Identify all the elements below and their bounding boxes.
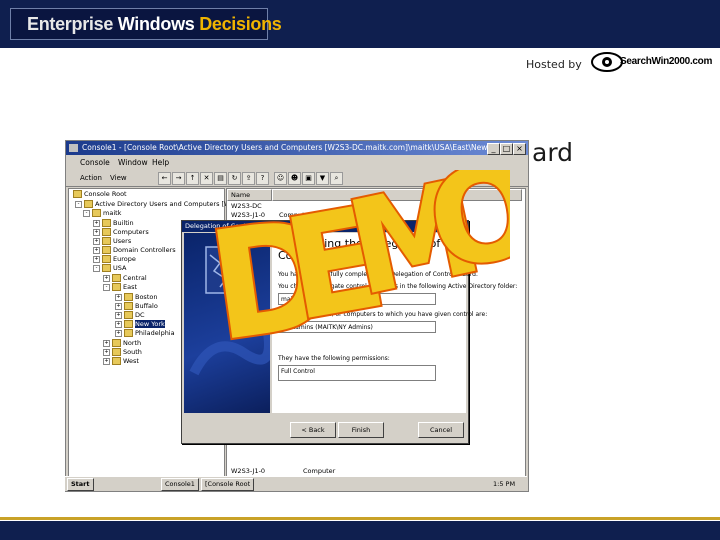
demo-overlay: D E M O bbox=[210, 170, 510, 370]
brand-word-enterprise: Enterprise bbox=[27, 14, 114, 34]
menu-console[interactable]: Console bbox=[80, 156, 110, 169]
brand-banner: Enterprise Windows Decisions bbox=[10, 8, 282, 40]
brand-word-decisions: Decisions bbox=[199, 14, 282, 34]
close-icon[interactable]: × bbox=[513, 143, 526, 155]
back-button[interactable]: < Back bbox=[290, 422, 336, 438]
tree-item-boston[interactable]: + Boston bbox=[115, 293, 157, 302]
menu-view[interactable]: View bbox=[110, 171, 127, 185]
tree-item-builtin[interactable]: + Builtin bbox=[93, 219, 134, 228]
menu-action[interactable]: Action bbox=[80, 171, 102, 185]
hosted-by-label: Hosted by bbox=[526, 58, 582, 71]
maximize-icon[interactable]: □ bbox=[500, 143, 513, 155]
window-title: Console1 - [Console Root\Active Director… bbox=[82, 143, 509, 152]
taskbar-console1[interactable]: Console1 bbox=[161, 478, 199, 491]
slide-title-text: ard bbox=[532, 138, 574, 167]
tree-item-europe[interactable]: + Europe bbox=[93, 255, 136, 264]
window-titlebar[interactable]: Console1 - [Console Root\Active Director… bbox=[66, 141, 528, 155]
menu-bar: Console Window Help bbox=[66, 156, 528, 169]
windows-taskbar: Start Console1 [Console Root 1:5 PM bbox=[65, 476, 527, 491]
menu-help[interactable]: Help bbox=[152, 156, 169, 169]
tree-item-usa[interactable]: - USA bbox=[93, 264, 126, 273]
tree-item-users[interactable]: + Users bbox=[93, 237, 131, 246]
logo-text: SearchWin2000.com bbox=[620, 56, 713, 67]
footer-bar bbox=[0, 521, 720, 540]
taskbar-console-root[interactable]: [Console Root bbox=[201, 478, 255, 491]
console-icon bbox=[69, 144, 78, 152]
tree-item-east[interactable]: - East bbox=[103, 283, 137, 292]
tree-item-south[interactable]: + South bbox=[103, 348, 142, 357]
tree-item-maitk[interactable]: - maitk bbox=[83, 209, 121, 218]
start-button[interactable]: Start bbox=[67, 478, 94, 491]
menu-window[interactable]: Window bbox=[118, 156, 148, 169]
up-folder-icon[interactable]: ↑ bbox=[186, 172, 199, 185]
tree-item-buffalo[interactable]: + Buffalo bbox=[115, 302, 158, 311]
tree-item-console-root[interactable]: Console Root bbox=[73, 190, 127, 199]
tree-item-dc[interactable]: + DC bbox=[115, 311, 145, 320]
finish-button[interactable]: Finish bbox=[338, 422, 384, 438]
tree-item-central[interactable]: + Central bbox=[103, 274, 147, 283]
tree-item-west[interactable]: + West bbox=[103, 357, 139, 366]
footer-accent-line bbox=[0, 517, 720, 520]
tree-item-north[interactable]: + North bbox=[103, 339, 141, 348]
brand-title: Enterprise Windows Decisions bbox=[27, 14, 282, 35]
list-item-type: Computer bbox=[303, 467, 336, 475]
list-item[interactable]: W2S3-J1-0 bbox=[231, 467, 265, 476]
forward-arrow-icon[interactable]: → bbox=[172, 172, 185, 185]
minimize-icon[interactable]: _ bbox=[487, 143, 500, 155]
tree-item-computers[interactable]: + Computers bbox=[93, 228, 149, 237]
taskbar-clock: 1:5 PM bbox=[493, 480, 516, 488]
header-bar: Enterprise Windows Decisions bbox=[0, 0, 720, 48]
tree-item-domain-controllers[interactable]: + Domain Controllers bbox=[93, 246, 176, 255]
tree-item-philadelphia[interactable]: + Philadelphia bbox=[115, 329, 175, 338]
back-arrow-icon[interactable]: ← bbox=[158, 172, 171, 185]
tree-item-new-york[interactable]: + New York bbox=[115, 320, 165, 329]
cancel-button[interactable]: Cancel bbox=[418, 422, 464, 438]
brand-word-windows: Windows bbox=[117, 14, 195, 34]
